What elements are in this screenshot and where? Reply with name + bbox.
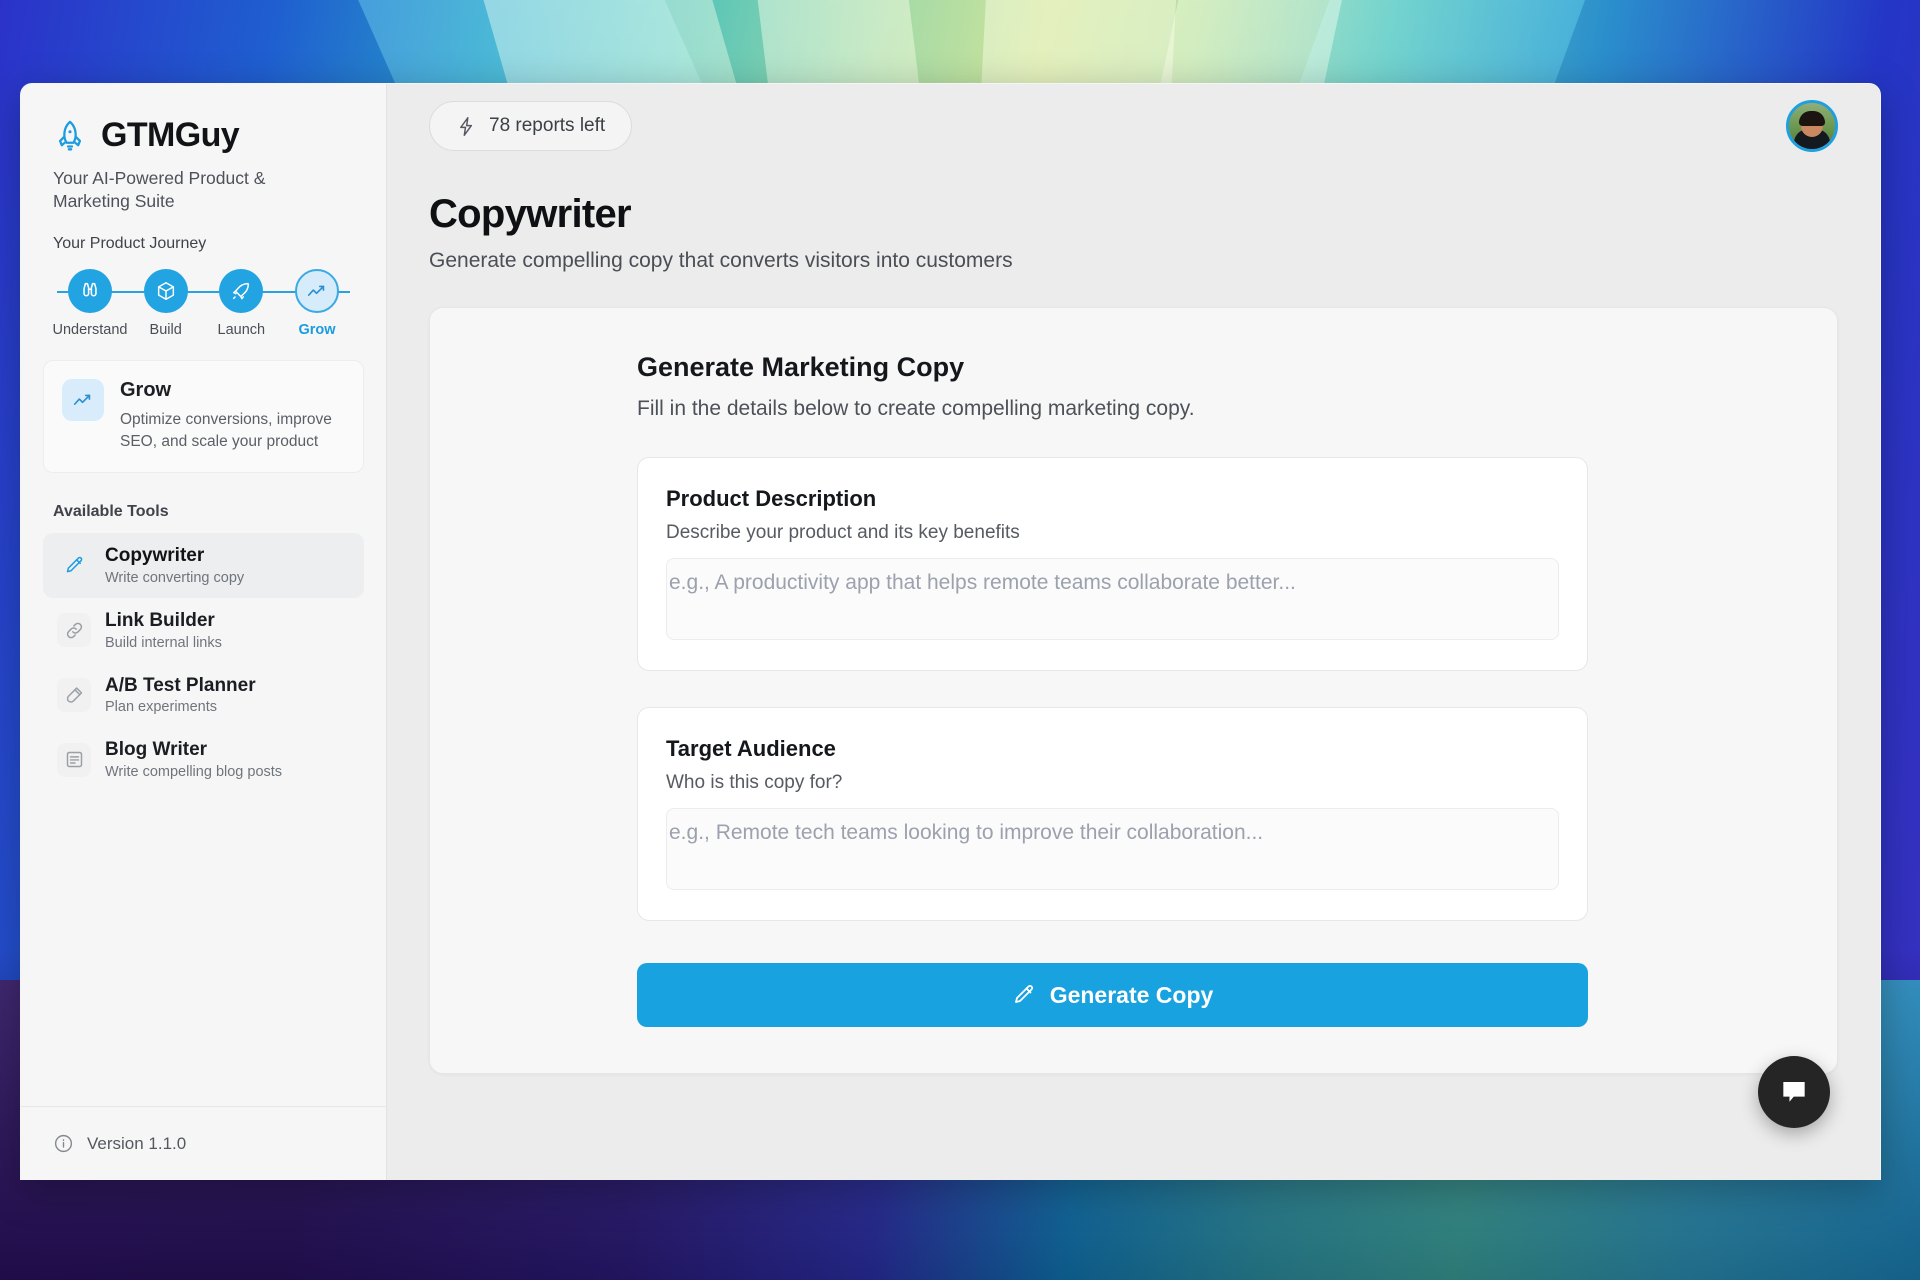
- sidebar: GTMGuy Your AI-Powered Product & Marketi…: [21, 84, 387, 1180]
- journey-step-label: Understand: [52, 322, 128, 339]
- panel-title: Generate Marketing Copy: [637, 352, 965, 382]
- generate-copy-label: Generate Copy: [1049, 981, 1214, 1008]
- field-helper-text: Who is this copy for?: [666, 772, 843, 793]
- generate-copy-panel: Generate Marketing Copy Fill in the deta…: [429, 307, 1838, 1074]
- cube-icon: [143, 269, 188, 314]
- field-product-description: Product Description Describe your produc…: [637, 457, 1588, 671]
- link-icon: [57, 613, 91, 648]
- field-label: Target Audience: [666, 736, 836, 761]
- flask-icon: [57, 678, 91, 713]
- pencil-icon: [1012, 983, 1036, 1007]
- tools-section-label: Available Tools: [53, 502, 169, 520]
- brand-tagline: Your AI-Powered Product & Marketing Suit…: [53, 168, 266, 212]
- journey-step-grow[interactable]: Grow: [280, 269, 354, 338]
- rocket-icon: [219, 269, 264, 314]
- tool-subtitle: Write converting copy: [105, 569, 245, 586]
- desktop-wallpaper: GTMGuy Your AI-Powered Product & Marketi…: [0, 0, 1920, 1280]
- trending-up-icon: [294, 269, 339, 314]
- lightning-bolt-icon: [456, 116, 477, 137]
- brand-name: GTMGuy: [101, 116, 240, 154]
- field-target-audience: Target Audience Who is this copy for? e.…: [637, 707, 1588, 921]
- product-description-input[interactable]: e.g., A productivity app that helps remo…: [666, 558, 1559, 640]
- journey-step-understand[interactable]: Understand: [53, 269, 127, 338]
- sidebar-item-ab-test-planner[interactable]: A/B Test Planner Plan experiments: [43, 663, 364, 728]
- chat-bubble-icon: [1778, 1076, 1810, 1108]
- panel-description: Fill in the details below to create comp…: [637, 397, 1195, 420]
- sidebar-item-link-builder[interactable]: Link Builder Build internal links: [43, 598, 364, 663]
- journey-step-label: Grow: [298, 322, 336, 339]
- reports-left-label: 78 reports left: [489, 115, 606, 136]
- version-label: Version 1.1.0: [87, 1133, 187, 1153]
- panel-inner: Generate Marketing Copy Fill in the deta…: [430, 352, 1837, 1027]
- reports-left-badge[interactable]: 78 reports left: [429, 101, 633, 151]
- journey-step-launch[interactable]: Launch: [204, 269, 278, 338]
- field-label: Product Description: [666, 486, 877, 511]
- product-journey-stepper: Understand Build Launch Grow: [49, 269, 358, 338]
- tool-subtitle: Build internal links: [105, 634, 222, 651]
- tool-subtitle: Plan experiments: [105, 699, 218, 716]
- tool-title: Link Builder: [105, 609, 215, 631]
- page-subtitle: Generate compelling copy that converts v…: [429, 249, 1013, 272]
- tool-title: Blog Writer: [105, 739, 208, 761]
- chat-widget-button[interactable]: [1758, 1056, 1830, 1128]
- field-helper-text: Describe your product and its key benefi…: [666, 522, 1020, 543]
- app-window: GTMGuy Your AI-Powered Product & Marketi…: [20, 83, 1881, 1180]
- journey-section-label: Your Product Journey: [53, 235, 207, 253]
- target-audience-input[interactable]: e.g., Remote tech teams looking to impro…: [666, 808, 1559, 890]
- trending-up-icon: [62, 379, 104, 422]
- tool-title: Copywriter: [105, 544, 205, 566]
- rocket-icon: [53, 119, 87, 153]
- generate-copy-button[interactable]: Generate Copy: [637, 963, 1588, 1027]
- journey-step-build[interactable]: Build: [129, 269, 203, 338]
- top-bar: 78 reports left: [387, 84, 1880, 168]
- stage-description: Optimize conversions, improve SEO, and s…: [120, 411, 332, 450]
- tool-subtitle: Write compelling blog posts: [105, 764, 283, 781]
- journey-step-label: Launch: [217, 322, 266, 339]
- info-icon: [53, 1133, 74, 1154]
- binoculars-icon: [68, 269, 112, 314]
- user-avatar[interactable]: [1786, 100, 1838, 152]
- version-footer: Version 1.1.0: [21, 1106, 386, 1180]
- journey-step-label: Build: [149, 322, 182, 339]
- main-area: 78 reports left Copywriter Generate comp…: [387, 84, 1880, 1180]
- page-title: Copywriter: [429, 192, 632, 236]
- sidebar-item-copywriter[interactable]: Copywriter Write converting copy: [43, 532, 364, 598]
- pencil-icon: [57, 548, 91, 582]
- brand[interactable]: GTMGuy: [21, 84, 386, 155]
- stage-title: Grow: [120, 379, 172, 402]
- tool-title: A/B Test Planner: [105, 674, 256, 696]
- document-icon: [57, 742, 91, 777]
- tools-list: Copywriter Write converting copy Link Bu…: [43, 532, 364, 792]
- sidebar-item-blog-writer[interactable]: Blog Writer Write compelling blog posts: [43, 727, 364, 792]
- avatar-hair: [1799, 111, 1825, 127]
- current-stage-card: Grow Optimize conversions, improve SEO, …: [43, 360, 364, 473]
- page-content: Copywriter Generate compelling copy that…: [387, 168, 1880, 1180]
